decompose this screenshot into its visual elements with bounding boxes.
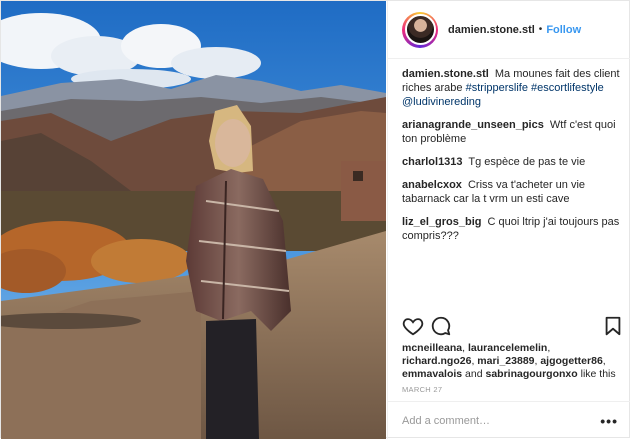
post-side-panel: damien.stone.stl • Follow damien.stone.s… — [387, 1, 630, 439]
follow-button[interactable]: Follow — [546, 24, 581, 36]
hashtag-link[interactable]: #stripperslife — [466, 82, 528, 94]
post-photo[interactable] — [1, 1, 386, 439]
comment-item: anabelcxox Criss va t'acheter un vie tab… — [402, 178, 624, 206]
avatar-story-ring[interactable] — [402, 11, 438, 48]
comment-item: charlol1313 Tg espèce de pas te vie — [402, 155, 624, 169]
mention-link[interactable]: @ludivinereding — [402, 96, 481, 108]
liker-link[interactable]: sabrinagourgonxo — [486, 368, 578, 380]
post-photo-image — [1, 1, 386, 439]
header-separator-dot: • — [538, 24, 543, 35]
more-options-icon[interactable]: ••• — [600, 414, 618, 428]
comment-username-link[interactable]: liz_el_gros_big — [402, 216, 481, 228]
likes-and-word: and — [465, 368, 483, 380]
comment-bubble-icon[interactable] — [430, 315, 452, 337]
comment-username-link[interactable]: anabelcxox — [402, 179, 462, 191]
comment-item: arianagrande_unseen_pics Wtf c'est quoi … — [402, 118, 624, 146]
action-bar — [402, 315, 624, 339]
likes-suffix: like this — [580, 368, 616, 380]
heart-icon[interactable] — [402, 315, 424, 337]
caption: damien.stone.stl Ma mounes fait des clie… — [402, 67, 624, 109]
hashtag-link[interactable]: #escortlifestyle — [531, 82, 604, 94]
avatar[interactable] — [404, 14, 436, 45]
header-username-link[interactable]: damien.stone.stl — [448, 24, 535, 36]
comment-username-link[interactable]: charlol1313 — [402, 156, 463, 168]
post-date[interactable]: MARCH 27 — [402, 385, 442, 394]
liker-link[interactable]: laurancelemelin — [468, 342, 547, 354]
add-comment-bar: ••• — [388, 401, 630, 439]
liker-link[interactable]: emmavalois — [402, 368, 462, 380]
bookmark-icon[interactable] — [602, 315, 624, 337]
liker-link[interactable]: mari_23889 — [477, 355, 534, 367]
comment-text: Tg espèce de pas te vie — [468, 156, 586, 168]
comments-list: damien.stone.stl Ma mounes fait des clie… — [402, 67, 624, 252]
likes-summary: mcneilleana, laurancelemelin, richard.ng… — [402, 342, 616, 380]
liker-link[interactable]: richard.ngo26 — [402, 355, 471, 367]
instagram-post: damien.stone.stl • Follow damien.stone.s… — [0, 0, 630, 439]
caption-username-link[interactable]: damien.stone.stl — [402, 68, 489, 80]
liker-link[interactable]: ajgogetter86 — [540, 355, 602, 367]
post-header: damien.stone.stl • Follow — [388, 1, 630, 59]
add-comment-input[interactable] — [402, 414, 601, 427]
liker-link[interactable]: mcneilleana — [402, 342, 462, 354]
comment-item: liz_el_gros_big C quoi ltrip j'ai toujou… — [402, 215, 624, 243]
comment-username-link[interactable]: arianagrande_unseen_pics — [402, 119, 544, 131]
